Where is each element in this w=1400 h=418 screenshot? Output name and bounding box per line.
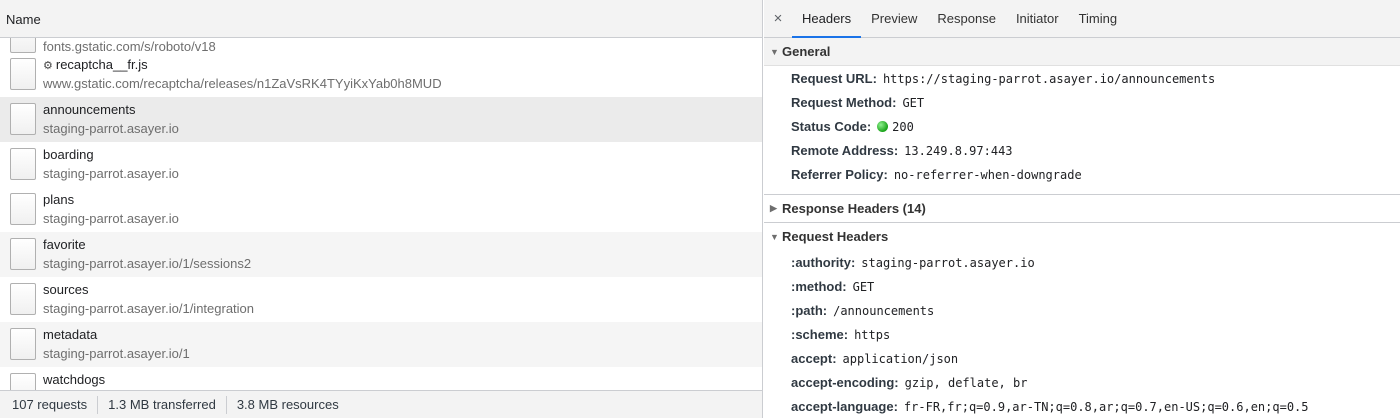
resources-size: 3.8 MB resources	[236, 396, 339, 412]
name-column-header[interactable]: Name	[0, 0, 762, 38]
referrer-policy-key: Referrer Policy:	[791, 167, 888, 182]
header-key: :path:	[791, 303, 828, 318]
tab-preview[interactable]: Preview	[861, 0, 927, 37]
request-url: staging-parrot.asayer.io/1/integration	[43, 301, 255, 316]
triangle-down-icon: ▼	[770, 231, 779, 242]
file-icon	[10, 148, 36, 180]
header-row-authority: :authority: staging-parrot.asayer.io	[791, 255, 1035, 270]
remote-address-value: 13.249.8.97:443	[904, 144, 1013, 158]
details-tab-bar: × Headers Preview Response Initiator Tim…	[764, 0, 1400, 38]
referrer-policy-row: Referrer Policy: no-referrer-when-downgra…	[791, 167, 1082, 182]
transferred-size: 1.3 MB transferred	[98, 395, 227, 414]
header-value: staging-parrot.asayer.io	[861, 256, 1035, 270]
close-icon[interactable]: ×	[764, 0, 792, 37]
header-row-path: :path: /announcements	[791, 303, 934, 318]
request-name: favorite	[43, 237, 86, 252]
tab-initiator[interactable]: Initiator	[1006, 0, 1069, 37]
request-row-announcements[interactable]: announcements staging-parrot.asayer.io	[0, 97, 762, 142]
request-name-text: recaptcha__fr.js	[55, 57, 148, 72]
request-name: ⚙ recaptcha__fr.js	[43, 57, 148, 72]
status-ok-icon	[877, 121, 889, 132]
referrer-policy-value: no-referrer-when-downgrade	[893, 168, 1082, 182]
header-row-accept: accept: application/json	[791, 351, 958, 366]
request-headers-section-header[interactable]: ▼ Request Headers	[764, 222, 1400, 250]
tab-headers[interactable]: Headers	[792, 0, 862, 38]
request-row-plans[interactable]: plans staging-parrot.asayer.io	[0, 187, 762, 232]
request-url: staging-parrot.asayer.io	[43, 211, 179, 226]
request-url: staging-parrot.asayer.io	[43, 166, 179, 181]
header-value: /announcements	[833, 304, 935, 318]
header-row-accept-encoding: accept-encoding: gzip, deflate, br	[791, 375, 1027, 390]
file-icon	[10, 58, 36, 90]
file-icon	[10, 283, 36, 315]
status-bar: 107 requests 1.3 MB transferred 3.8 MB r…	[0, 390, 762, 418]
status-code-key: Status Code:	[791, 119, 872, 134]
request-name: plans	[43, 192, 75, 207]
triangle-down-icon: ▼	[770, 46, 779, 57]
request-url: staging-parrot.asayer.io	[43, 121, 179, 136]
request-url-row: Request URL: https://staging-parrot.asaye…	[791, 71, 1215, 86]
request-details-panel: × Headers Preview Response Initiator Tim…	[764, 0, 1400, 418]
request-name: boarding	[43, 147, 94, 162]
request-url-value: https://staging-parrot.asayer.io/announc…	[882, 72, 1216, 86]
header-row-scheme: :scheme: https	[791, 327, 890, 342]
request-url: staging-parrot.asayer.io/1	[43, 346, 190, 361]
header-value: GET	[852, 280, 875, 294]
requests-count: 107 requests	[0, 395, 99, 414]
request-url-key: Request URL:	[791, 71, 877, 86]
header-value: gzip, deflate, br	[904, 376, 1028, 390]
header-key: :method:	[791, 279, 847, 294]
general-title: General	[782, 44, 831, 59]
request-method-key: Request Method:	[791, 95, 897, 110]
header-key: accept:	[791, 351, 837, 366]
request-url: staging-parrot.asayer.io/1/sessions2	[43, 256, 252, 271]
header-value: https	[854, 328, 891, 342]
response-headers-section-header[interactable]: ▶ Response Headers (14)	[764, 194, 1400, 222]
gear-icon: ⚙	[43, 60, 53, 72]
request-row-boarding[interactable]: boarding staging-parrot.asayer.io	[0, 142, 762, 187]
response-headers-title: Response Headers (14)	[782, 201, 926, 216]
file-icon	[10, 373, 36, 390]
header-key: accept-encoding:	[791, 375, 899, 390]
request-row-watchdogs[interactable]: watchdogs	[0, 367, 762, 390]
request-row-recaptcha[interactable]: ⚙ recaptcha__fr.js www.gstatic.com/recapt…	[0, 52, 762, 97]
request-list-panel: Name fonts.gstatic.com/s/roboto/v18 ⚙ rec…	[0, 0, 763, 418]
triangle-right-icon: ▶	[770, 203, 777, 213]
header-row-method: :method: GET	[791, 279, 874, 294]
request-url: www.gstatic.com/recaptcha/releases/n1ZaV…	[43, 76, 442, 91]
request-name: metadata	[43, 327, 98, 342]
request-name: sources	[43, 282, 89, 297]
status-code-value: 200	[892, 120, 914, 134]
tab-timing[interactable]: Timing	[1069, 0, 1128, 37]
request-row-sources[interactable]: sources staging-parrot.asayer.io/1/integ…	[0, 277, 762, 322]
remote-address-row: Remote Address: 13.249.8.97:443	[791, 143, 1013, 158]
file-icon	[10, 193, 36, 225]
request-list: fonts.gstatic.com/s/roboto/v18 ⚙ recaptch…	[0, 38, 762, 390]
header-key: :authority:	[791, 255, 856, 270]
status-code-row: Status Code: 200	[791, 119, 914, 134]
request-method-row: Request Method: GET	[791, 95, 924, 110]
file-icon	[10, 238, 36, 270]
file-icon	[10, 328, 36, 360]
header-row-accept-language: accept-language: fr-FR,fr;q=0.9,ar-TN;q=0…	[791, 399, 1309, 414]
request-method-value: GET	[902, 96, 925, 110]
request-headers-title: Request Headers	[782, 229, 889, 244]
file-icon	[10, 38, 36, 53]
header-value: fr-FR,fr;q=0.9,ar-TN;q=0.8,ar;q=0.7,en-U…	[903, 400, 1309, 414]
request-row-favorite[interactable]: favorite staging-parrot.asayer.io/1/sess…	[0, 232, 762, 277]
general-section-header[interactable]: ▼ General	[764, 38, 1400, 66]
tab-response[interactable]: Response	[927, 0, 1006, 37]
header-key: accept-language:	[791, 399, 898, 414]
file-icon	[10, 103, 36, 135]
header-value: application/json	[842, 352, 959, 366]
name-column-label: Name	[6, 12, 41, 27]
request-name: watchdogs	[43, 372, 106, 387]
remote-address-key: Remote Address:	[791, 143, 899, 158]
request-name: announcements	[43, 102, 136, 117]
header-key: :scheme:	[791, 327, 849, 342]
request-row-metadata[interactable]: metadata staging-parrot.asayer.io/1	[0, 322, 762, 367]
